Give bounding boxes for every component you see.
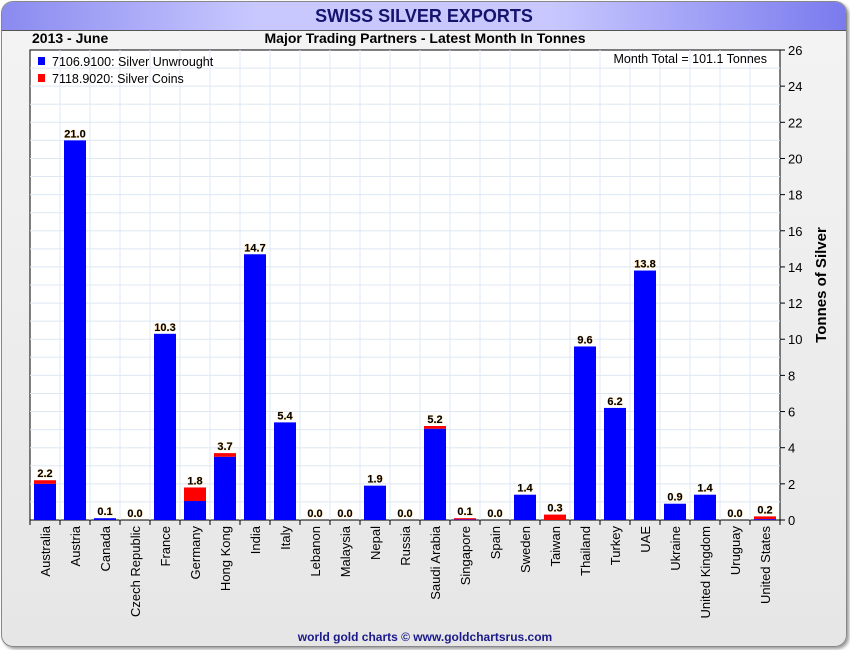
y-tick-label: 12 xyxy=(788,296,802,311)
data-label: 0.1 xyxy=(457,506,472,518)
x-tick-label: Saudi Arabia xyxy=(428,525,443,599)
y-tick-label: 16 xyxy=(788,224,802,239)
y-tick-label: 8 xyxy=(788,368,795,383)
x-tick-label: UAE xyxy=(638,526,653,553)
bar-unwrought xyxy=(664,503,686,520)
x-tick-label: Nepal xyxy=(368,526,383,560)
y-tick-label: 24 xyxy=(788,79,802,94)
data-label: 13.8 xyxy=(634,259,655,271)
x-tick-label: Spain xyxy=(488,526,503,559)
data-label: 0.3 xyxy=(547,503,562,515)
bar-unwrought xyxy=(64,140,86,520)
data-label: 2.2 xyxy=(37,468,52,480)
x-tick-label: United Kingdom xyxy=(698,526,713,619)
legend-label: 7118.9020: Silver Coins xyxy=(52,72,184,86)
data-label: 0.0 xyxy=(127,508,142,520)
bar-coins xyxy=(34,480,56,484)
x-tick-label: Australia xyxy=(38,525,53,576)
bar-unwrought xyxy=(184,501,206,520)
x-tick-label: Austria xyxy=(68,525,83,566)
bar-coins xyxy=(754,516,776,520)
x-tick-label: Hong Kong xyxy=(218,526,233,591)
x-tick-label: Malaysia xyxy=(338,525,353,577)
y-axis-label: Tonnes of Silver xyxy=(813,227,830,343)
x-tick-label: Turkey xyxy=(608,526,623,566)
footer-credit: world gold charts © www.goldchartsrus.co… xyxy=(297,630,553,644)
data-label: 14.7 xyxy=(244,242,265,254)
y-tick-label: 10 xyxy=(788,332,802,347)
y-tick-label: 0 xyxy=(788,513,795,528)
y-tick-label: 14 xyxy=(788,260,802,275)
data-label: 9.6 xyxy=(577,334,592,346)
data-label: 5.2 xyxy=(427,414,442,426)
y-tick-label: 18 xyxy=(788,188,802,203)
x-tick-label: Thailand xyxy=(578,526,593,576)
x-tick-label: United States xyxy=(758,526,773,605)
x-tick-label: Italy xyxy=(278,526,293,550)
bar-unwrought xyxy=(604,407,626,520)
bar-unwrought xyxy=(514,494,536,520)
legend-swatch-0 xyxy=(38,57,45,65)
x-tick-label: India xyxy=(248,525,263,554)
x-tick-label: Taiwan xyxy=(548,526,563,566)
data-label: 0.1 xyxy=(97,506,112,518)
data-label: 6.2 xyxy=(607,396,622,408)
data-label: 1.8 xyxy=(187,475,202,487)
data-label: 1.4 xyxy=(517,483,533,495)
data-label: 10.3 xyxy=(154,322,175,334)
bar-unwrought xyxy=(754,519,776,520)
legend-label: 7106.9100: Silver Unwrought xyxy=(52,55,214,69)
x-tick-label: Uruguay xyxy=(728,526,743,576)
bar-unwrought xyxy=(694,494,716,520)
x-tick-label: Sweden xyxy=(518,526,533,573)
data-label: 0.9 xyxy=(667,492,682,504)
data-label: 0.0 xyxy=(337,508,352,520)
bar-unwrought xyxy=(454,519,476,520)
y-tick-label: 2 xyxy=(788,477,795,492)
data-label: 0.0 xyxy=(397,508,412,520)
bar-coins xyxy=(214,453,236,457)
data-label: 21.0 xyxy=(64,128,85,140)
bar-unwrought xyxy=(94,518,116,520)
x-tick-label: Canada xyxy=(98,525,113,571)
x-tick-label: Russia xyxy=(398,525,413,566)
data-label: 3.7 xyxy=(217,441,232,453)
data-label: 0.0 xyxy=(307,508,322,520)
bar-unwrought xyxy=(364,485,386,520)
x-tick-label: Germany xyxy=(188,526,203,580)
bar-unwrought xyxy=(154,333,176,520)
data-label: 5.4 xyxy=(277,410,293,422)
bar-unwrought xyxy=(214,456,236,520)
bar-unwrought xyxy=(274,422,296,520)
bar-unwrought xyxy=(634,270,656,520)
bar-coins xyxy=(184,487,206,502)
y-tick-label: 4 xyxy=(788,441,795,456)
bar-coins xyxy=(454,518,476,520)
x-tick-label: France xyxy=(158,526,173,566)
bar-unwrought xyxy=(34,483,56,520)
x-tick-label: Lebanon xyxy=(308,526,323,577)
data-label: 0.0 xyxy=(727,508,742,520)
y-tick-label: 26 xyxy=(788,43,802,58)
bar-chart: 2.2 Australia 21.0 Austria 0.1 Canada 0.0 Czech… xyxy=(29,43,830,619)
bar-unwrought xyxy=(424,428,446,520)
x-tick-label: Ukraine xyxy=(668,526,683,571)
data-label: 0.2 xyxy=(757,504,772,516)
data-label: 1.9 xyxy=(367,474,382,486)
y-tick-label: 6 xyxy=(788,405,795,420)
legend-swatch-1 xyxy=(38,74,45,82)
y-tick-label: 22 xyxy=(788,115,802,130)
y-tick-label: 20 xyxy=(788,151,802,166)
bar-coins xyxy=(424,426,446,429)
month-total-annotation: Month Total = 101.1 Tonnes xyxy=(614,52,767,66)
data-label: 1.4 xyxy=(697,483,713,495)
x-tick-label: Singapore xyxy=(458,526,473,585)
bar-unwrought xyxy=(244,254,266,520)
bar-unwrought xyxy=(574,346,596,520)
bar-coins xyxy=(544,514,566,520)
x-tick-label: Czech Republic xyxy=(128,526,143,618)
data-label: 0.0 xyxy=(487,508,502,520)
